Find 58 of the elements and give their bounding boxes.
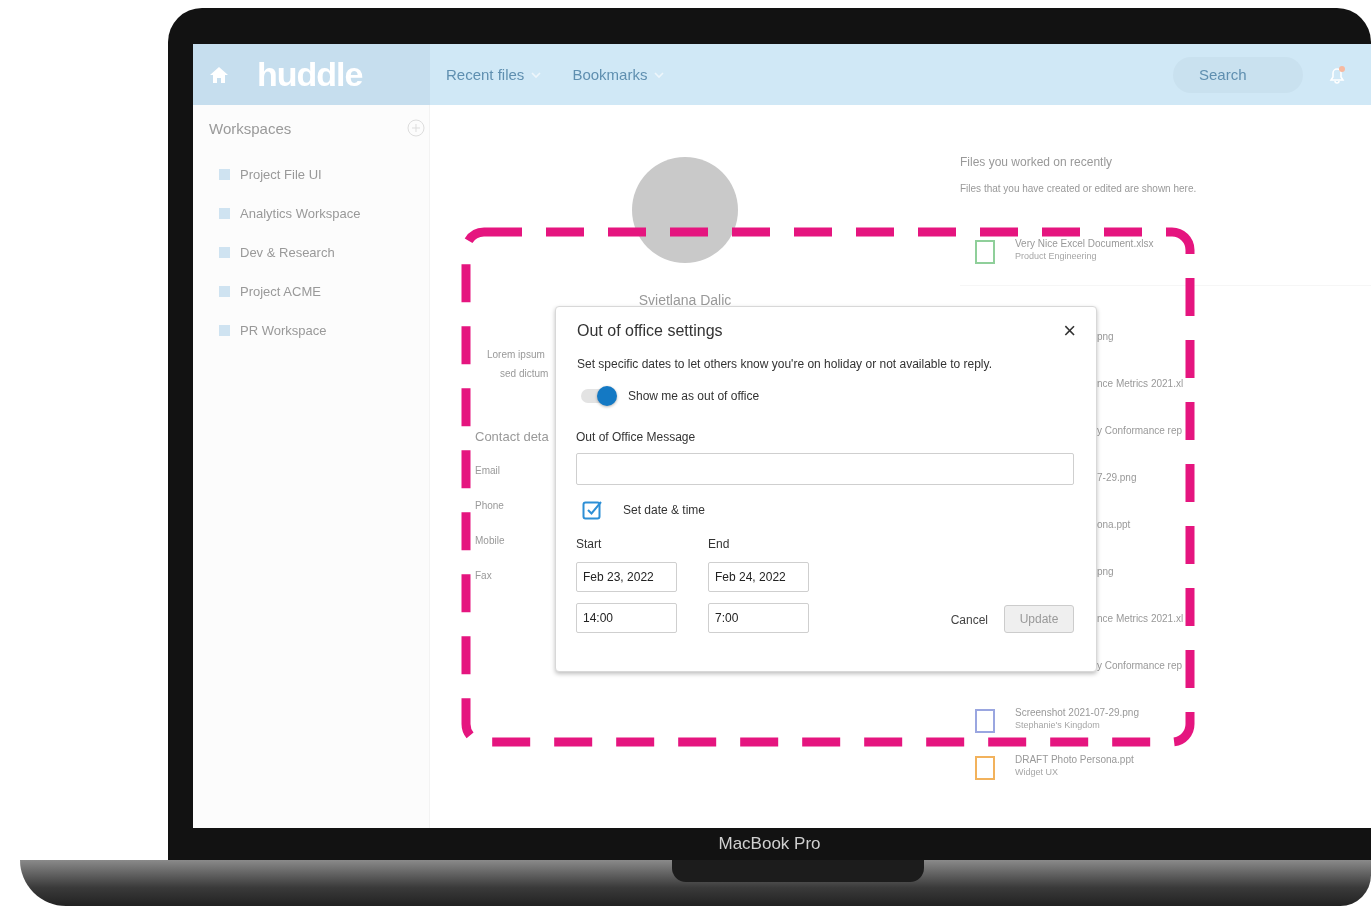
time-field[interactable]: 14:00 (576, 603, 677, 633)
time-field[interactable]: 7:00 (708, 603, 809, 633)
workspace-icon (219, 325, 230, 336)
workspace-item[interactable]: Project File UI (209, 155, 413, 194)
bio-text: Lorem ipsum (486, 349, 545, 360)
file-name[interactable]: png (1097, 331, 1114, 342)
cancel-button[interactable]: Cancel (946, 607, 992, 633)
field-label: Email (475, 465, 500, 476)
bio-text: sed dictum (499, 368, 549, 379)
file-name[interactable]: 7-29.png (1097, 472, 1137, 483)
file-name[interactable]: y Conformance rep (1097, 425, 1183, 436)
file-name[interactable]: ona.ppt (1097, 519, 1131, 530)
file-name[interactable]: y Conformance rep (1097, 660, 1183, 671)
workspace-icon (219, 286, 230, 297)
checkbox-label: Set date & time (623, 503, 706, 517)
add-icon[interactable] (407, 119, 425, 137)
section-title: Files you worked on recently (960, 155, 1114, 169)
toggle-switch[interactable] (581, 389, 615, 403)
file-name[interactable]: png (1097, 566, 1114, 577)
field-label: Start (576, 537, 603, 551)
toggle-label: Show me as out of office (628, 389, 760, 403)
file-workspace: Stephanie's Kingdom (1015, 720, 1101, 730)
section-subtitle: Files that you have created or edited are shown here. (960, 183, 1198, 194)
workspace-item[interactable]: Analytics Workspace (209, 194, 413, 233)
workspace-icon (219, 247, 230, 258)
section-title: Contact deta (475, 429, 549, 444)
date-field[interactable]: Feb 23, 2022 (576, 562, 677, 592)
device-label: MacBook Pro (718, 834, 821, 854)
field-label: Out of Office Message (576, 430, 697, 444)
field-label: Mobile (475, 535, 505, 546)
home-icon[interactable] (209, 64, 229, 85)
nav-menu[interactable]: Bookmarks (572, 66, 666, 83)
file-workspace: Widget UX (1015, 767, 1059, 777)
checkbox[interactable] (582, 499, 603, 521)
sidebar-title: Workspaces (209, 119, 292, 137)
nav-menu[interactable]: Recent files (446, 66, 543, 83)
search-field[interactable]: Search (1173, 56, 1303, 93)
workspace-icon (219, 208, 230, 219)
field-label: Phone (475, 500, 504, 511)
field-label: Fax (475, 570, 492, 581)
field-label: End (708, 537, 731, 551)
workspace-item[interactable]: PR Workspace (209, 311, 413, 350)
file-name[interactable]: Screenshot 2021-07-29.png (1015, 707, 1139, 718)
notification-bell-icon[interactable] (1327, 64, 1347, 85)
file-workspace: Product Engineering (1015, 251, 1098, 261)
dialog-description: Set specific dates to let others know you're on holiday or not available to reply. (577, 357, 993, 371)
date-field[interactable]: Feb 24, 2022 (708, 562, 809, 592)
dialog-title: Out of office settings (577, 322, 723, 340)
file-name[interactable]: Very Nice Excel Document.xlsx (1015, 238, 1154, 249)
workspace-icon (219, 169, 230, 180)
file-name[interactable]: DRAFT Photo Persona.ppt (1015, 754, 1134, 765)
close-button[interactable]: × (1061, 321, 1078, 341)
message-input-field[interactable] (576, 453, 1074, 485)
profile-name: Svietlana Dalic (638, 292, 732, 308)
workspace-item[interactable]: Project ACME (209, 272, 413, 311)
workspace-item[interactable]: Dev & Research (209, 233, 413, 272)
file-name[interactable]: nce Metrics 2021.xl (1097, 378, 1184, 389)
file-name[interactable]: nce Metrics 2021.xl (1097, 613, 1184, 624)
